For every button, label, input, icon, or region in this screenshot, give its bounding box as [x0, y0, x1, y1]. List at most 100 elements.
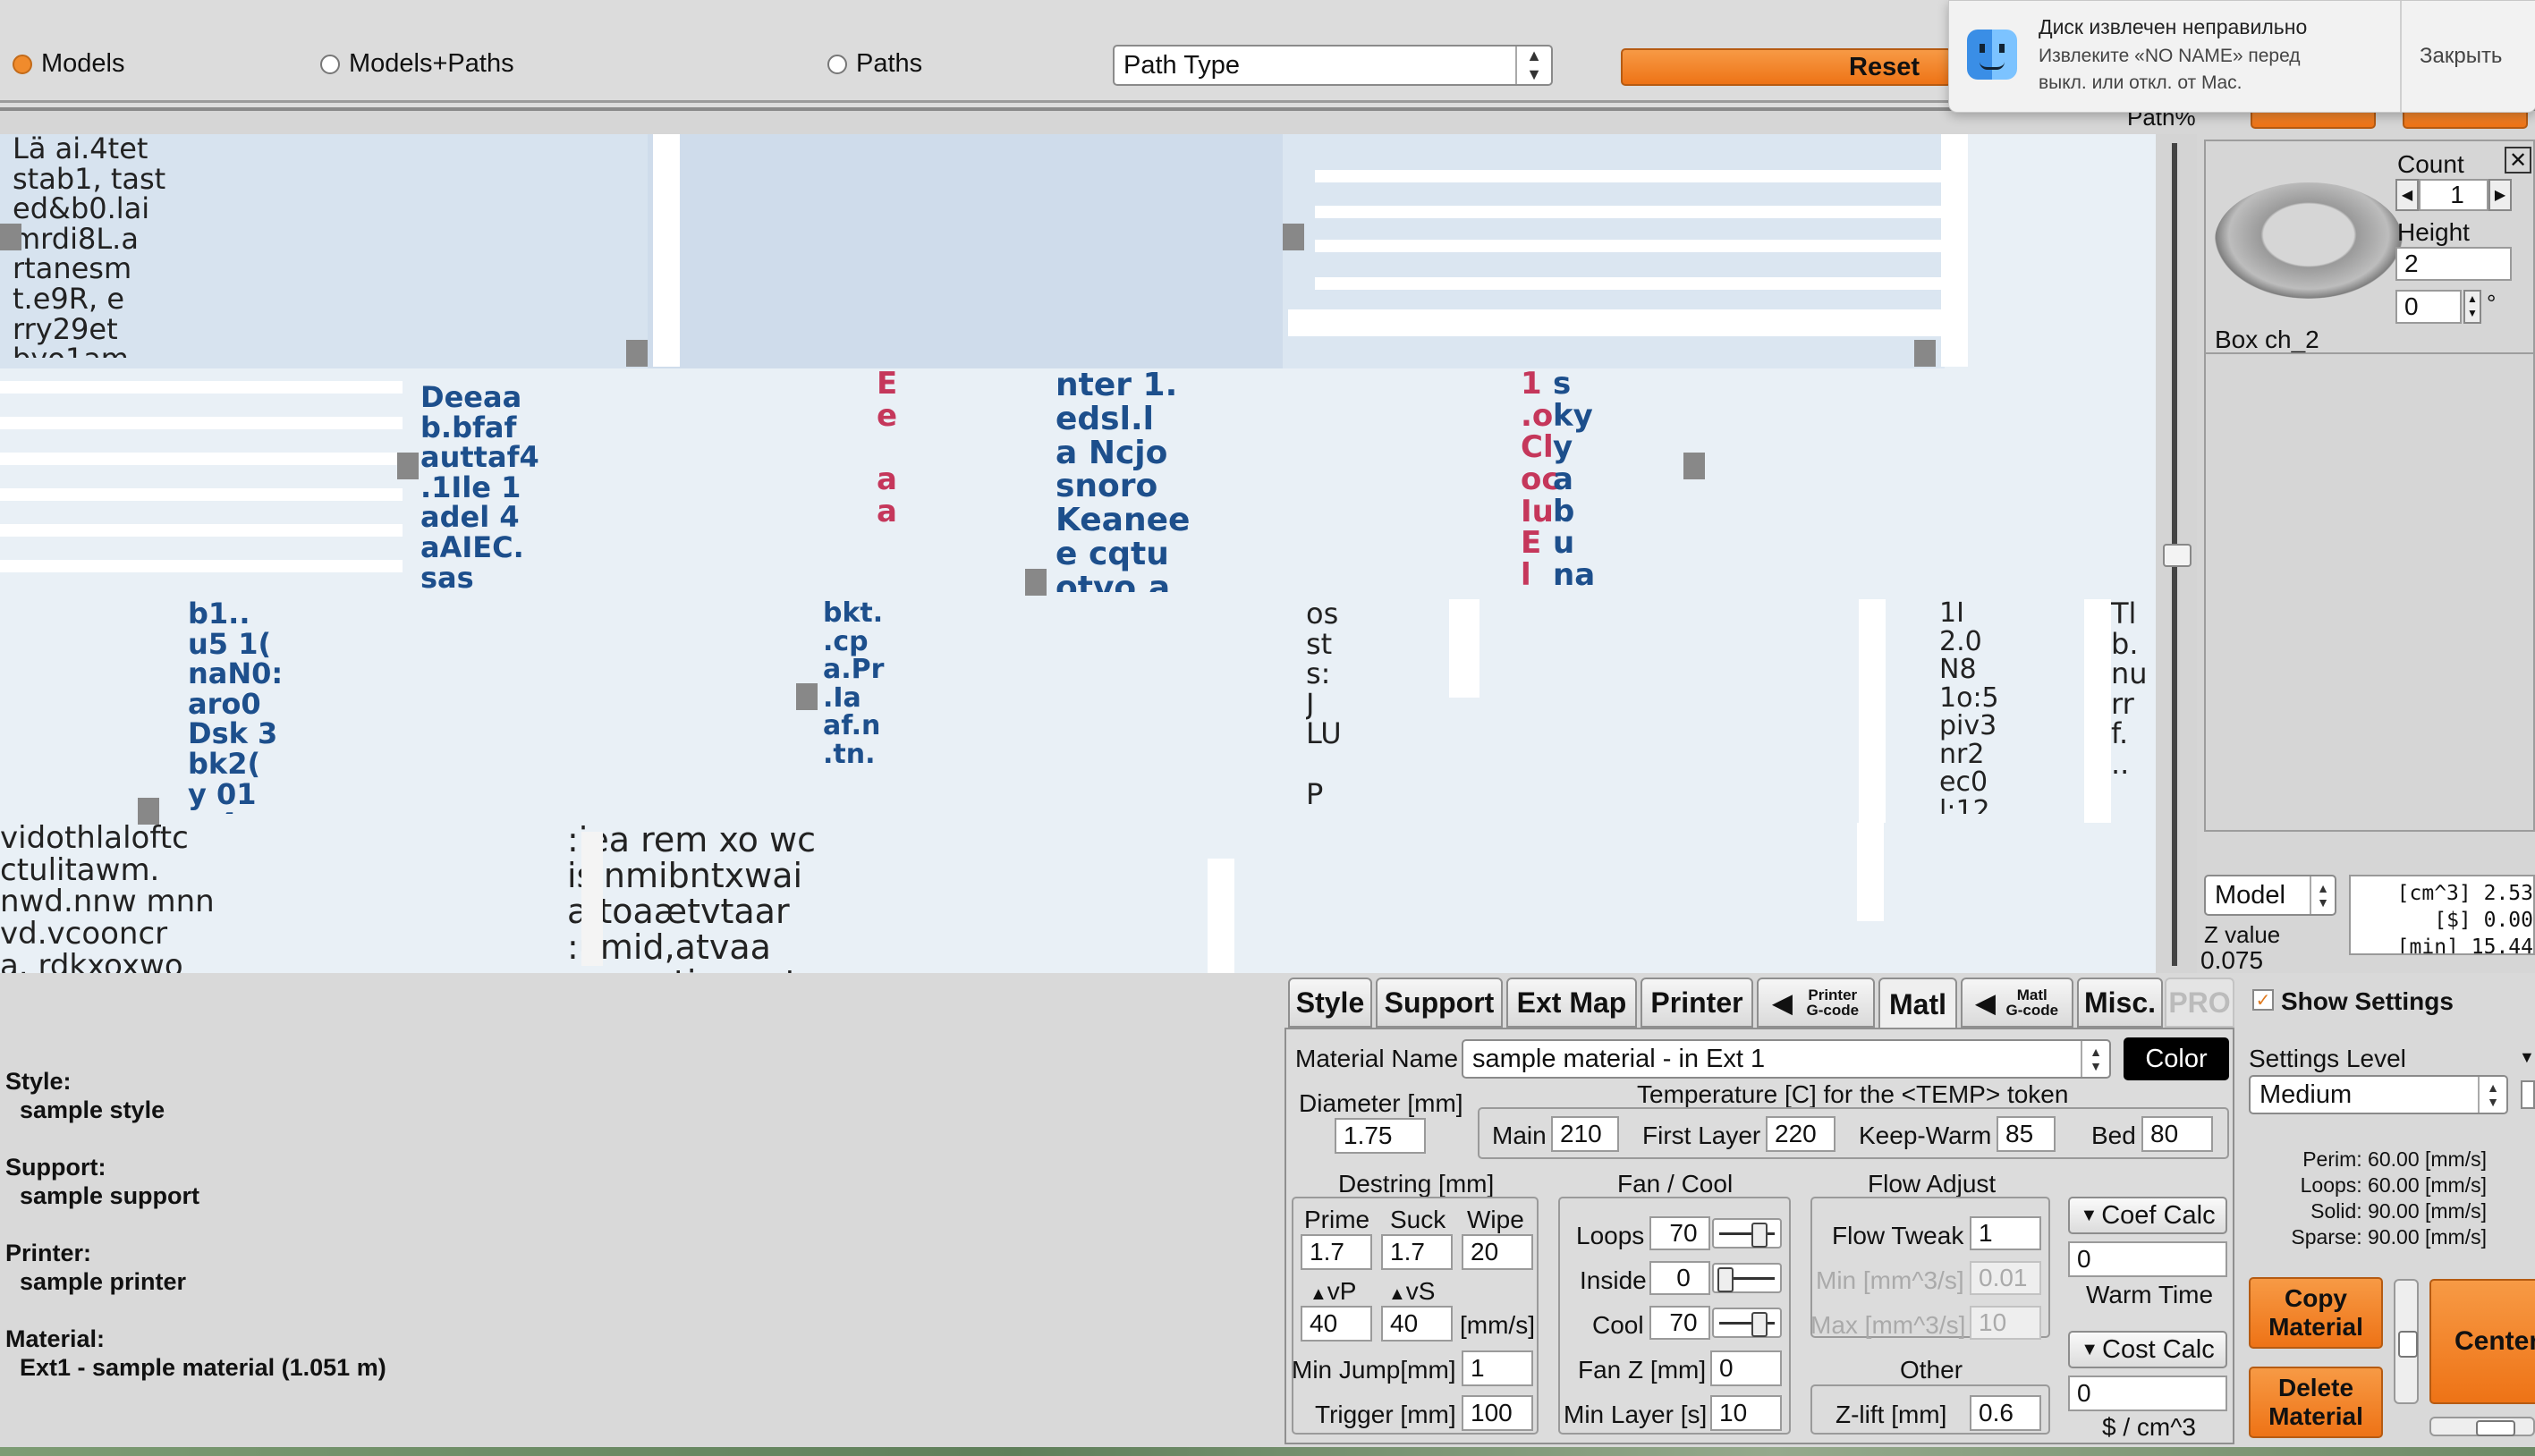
tab-style[interactable]: Style [1288, 978, 1372, 1028]
flow-min-input[interactable]: 0.01 [1970, 1261, 2041, 1295]
material-name-select[interactable]: sample material - in Ext 1 ▲ ▼ [1462, 1039, 2111, 1079]
model-stats-box: [cm^3] 2.53 [$] 0.00 [min] 15.44 [2349, 875, 2535, 955]
cost-input[interactable]: 0 [2068, 1376, 2227, 1411]
temperature-title: Temperature [C] for the <TEMP> token [1637, 1080, 2069, 1108]
speed-unit: [mm/s] [1460, 1311, 1535, 1339]
tab-misc[interactable]: Misc. [2077, 978, 2163, 1028]
temp-main-input[interactable]: 210 [1551, 1116, 1619, 1152]
center-button[interactable]: Center [2429, 1279, 2535, 1404]
fan-cool-input[interactable]: 70 [1649, 1306, 1710, 1340]
notification-title: Диск извлечен неправильно [2039, 15, 2308, 38]
diameter-input[interactable]: 1.75 [1335, 1118, 1426, 1154]
vertical-scrollbar[interactable] [2394, 1279, 2419, 1404]
cost-unit: $ / cm^3 [2102, 1413, 2196, 1441]
tab-support[interactable]: Support [1376, 978, 1503, 1028]
vp-input[interactable]: 40 [1301, 1306, 1372, 1342]
layer-slider-thumb[interactable] [2163, 544, 2192, 567]
radio-models[interactable]: Models [13, 49, 125, 79]
show-settings-checkbox[interactable]: ✓ [2252, 989, 2274, 1011]
flow-tweak-label: Flow Tweak [1832, 1222, 1964, 1249]
count-input[interactable]: 1 [2419, 179, 2488, 211]
min-layer-input[interactable]: 10 [1710, 1395, 1782, 1431]
cost-calc-button[interactable]: ▼ Cost Calc [2068, 1331, 2227, 1368]
height-input[interactable]: 2 [2395, 247, 2512, 281]
radio-paths[interactable]: Paths [827, 49, 922, 79]
rotation-stepper-icon[interactable]: ▲ ▼ [2463, 290, 2481, 324]
z-value: 0.075 [2200, 946, 2264, 974]
slider-thumb[interactable] [1717, 1267, 1734, 1292]
settings-checkbox-partial[interactable] [2521, 1080, 2535, 1109]
scrollbar-thumb[interactable] [2476, 1420, 2515, 1436]
count-stepper[interactable]: ◀ 1 ▶ [2395, 179, 2512, 211]
temp-keep-warm-input[interactable]: 85 [1997, 1116, 2056, 1152]
z-lift-label: Z-lift [mm] [1836, 1401, 1947, 1428]
temp-bed-label: Bed [2091, 1122, 2136, 1149]
tab-matl-gcode[interactable]: ◀ Matl G-code [1961, 978, 2073, 1028]
color-button[interactable]: Color [2124, 1037, 2229, 1080]
temp-bed-input[interactable]: 80 [2141, 1116, 2213, 1152]
delete-material-button[interactable]: Delete Material [2249, 1367, 2383, 1438]
tab-matl[interactable]: Matl [1878, 978, 1957, 1031]
triangle-up-icon: ▲ [1388, 1284, 1406, 1304]
reset-button[interactable]: Reset [1621, 48, 1952, 86]
diameter-label: Diameter [mm] [1299, 1089, 1463, 1117]
destring-title: Destring [mm] [1338, 1170, 1495, 1198]
flow-max-input[interactable]: 10 [1970, 1306, 2041, 1340]
notification-close-button[interactable]: Закрыть [2420, 44, 2502, 69]
fan-loops-input[interactable]: 70 [1649, 1216, 1710, 1250]
tab-printer-gcode[interactable]: ◀ Printer G-code [1757, 978, 1875, 1028]
fan-loops-slider[interactable] [1712, 1218, 1782, 1249]
summary-material-value: Ext1 - sample material (1.051 m) [20, 1354, 386, 1381]
model-name-label[interactable]: Box ch_2 [2215, 326, 2319, 354]
horizontal-scrollbar[interactable] [2429, 1417, 2535, 1436]
min-jump-input[interactable]: 1 [1462, 1350, 1533, 1386]
scrollbar-thumb[interactable] [2398, 1331, 2418, 1358]
triangle-down-icon: ▼ [2081, 1339, 2099, 1359]
wipe-label: Wipe [1467, 1206, 1524, 1233]
fan-inside-input[interactable]: 0 [1649, 1261, 1710, 1295]
warm-time-label: Warm Time [2086, 1281, 2214, 1308]
slider-thumb[interactable] [1751, 1223, 1768, 1248]
fan-inside-slider[interactable] [1712, 1263, 1782, 1293]
3d-viewport[interactable]: Lä ai.4tet stab1, tast ed&b0.lai mrdi8L.… [0, 134, 2156, 973]
z-lift-input[interactable]: 0.6 [1970, 1395, 2041, 1431]
decrement-icon[interactable]: ◀ [2395, 179, 2419, 211]
path-type-select[interactable]: Path Type ▲ ▼ [1113, 45, 1553, 86]
fan-z-input[interactable]: 0 [1710, 1350, 1782, 1386]
triangle-down-icon: ▼ [2080, 1205, 2098, 1225]
fan-cool-slider[interactable] [1712, 1308, 1782, 1338]
settings-level-select[interactable]: Medium ▲ ▼ [2249, 1075, 2508, 1114]
min-layer-label: Min Layer [s] [1564, 1401, 1708, 1428]
tab-printer[interactable]: Printer [1641, 978, 1753, 1028]
suck-input[interactable]: 1.7 [1381, 1234, 1453, 1270]
view-mode-select[interactable]: Model ▲ ▼ [2204, 875, 2336, 916]
tab-ext-map[interactable]: Ext Map [1506, 978, 1637, 1028]
increment-icon[interactable]: ▶ [2488, 179, 2512, 211]
tab-pro[interactable]: PRO [2165, 978, 2234, 1028]
flow-tweak-input[interactable]: 1 [1970, 1216, 2041, 1250]
z-value-label: Z value [2204, 921, 2281, 948]
vs-input[interactable]: 40 [1381, 1306, 1453, 1342]
wipe-input[interactable]: 20 [1462, 1234, 1533, 1270]
temp-keep-warm-label: Keep-Warm [1859, 1122, 1992, 1149]
prime-input[interactable]: 1.7 [1301, 1234, 1372, 1270]
rotation-input[interactable]: 0 [2395, 290, 2462, 324]
vp-label: ▲vP [1310, 1277, 1357, 1305]
warm-time-input[interactable]: 0 [2068, 1241, 2227, 1277]
other-title: Other [1900, 1356, 1963, 1384]
close-icon[interactable]: ✕ [2505, 147, 2531, 174]
desktop-edge [0, 1447, 2535, 1456]
speed-loops: Loops: 60.00 [mm/s] [2300, 1173, 2487, 1197]
radio-models-paths[interactable]: Models+Paths [320, 49, 514, 79]
copy-material-button[interactable]: Copy Material [2249, 1277, 2383, 1349]
fan-inside-label: Inside [1580, 1266, 1647, 1294]
layer-slider[interactable] [2156, 134, 2197, 973]
slider-thumb[interactable] [1751, 1312, 1768, 1337]
checkmark-icon: ✓ [2255, 990, 2271, 1011]
summary-style-value: sample style [20, 1096, 165, 1123]
trigger-input[interactable]: 100 [1462, 1395, 1533, 1431]
coef-calc-button[interactable]: ▼ Coef Calc [2068, 1197, 2227, 1234]
model-thumbnail-ring[interactable] [2215, 182, 2403, 299]
temp-first-layer-input[interactable]: 220 [1766, 1116, 1836, 1152]
select-arrows-icon: ▲ ▼ [2081, 1041, 2109, 1077]
